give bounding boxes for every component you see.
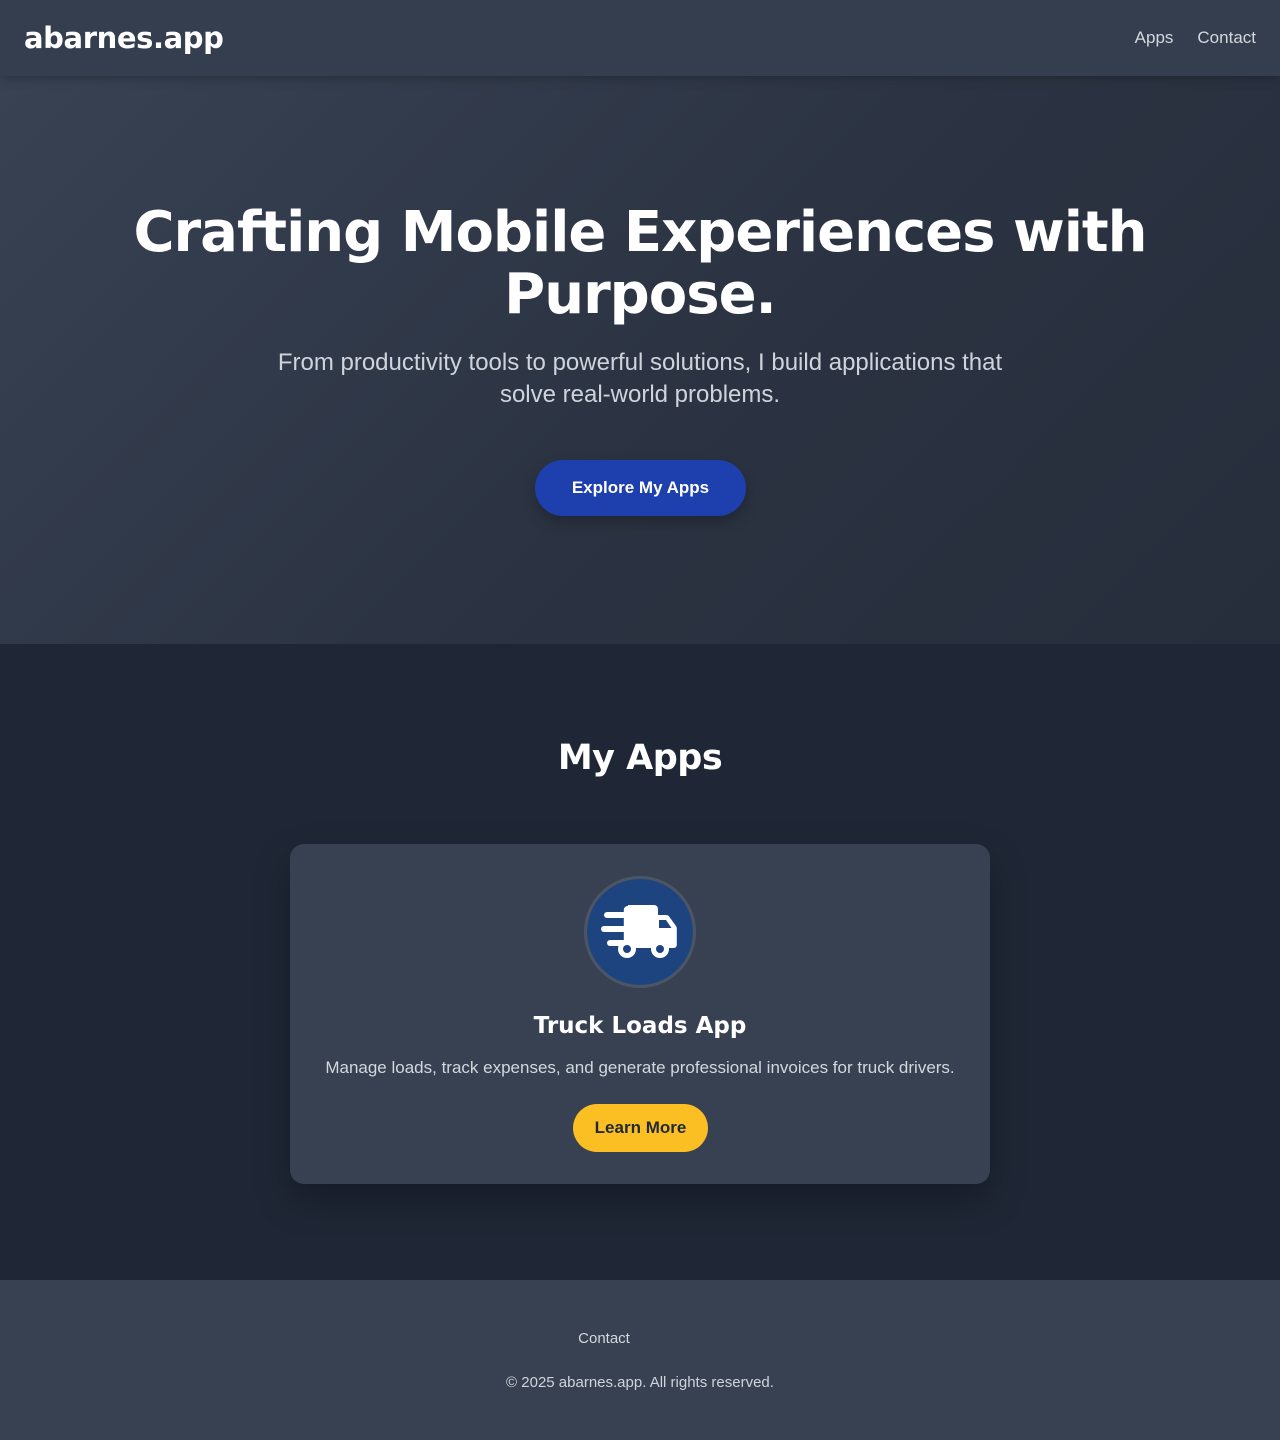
truck-icon [584,876,696,988]
site-logo[interactable]: abarnes.app [24,18,224,58]
app-name: Truck Loads App [533,1013,747,1039]
apps-section-title: My Apps [557,738,723,778]
footer-copyright: © 2025 abarnes.app. All rights reserved. [506,1374,774,1391]
explore-apps-button[interactable]: Explore My Apps [535,460,746,516]
hero-section: Crafting Mobile Experiences with Purpose… [0,76,1280,644]
app-description: Manage loads, track expenses, and genera… [325,1058,955,1077]
nav-link-contact[interactable]: Contact [1197,27,1256,49]
learn-more-button[interactable]: Learn More [573,1104,708,1152]
hero-subtitle: From productivity tools to powerful solu… [277,349,1003,408]
app-card: Truck Loads App Manage loads, track expe… [290,844,990,1184]
nav-link-apps[interactable]: Apps [1135,27,1174,49]
site-header: abarnes.app Apps Contact [0,0,1280,76]
main-nav: Apps Contact [1135,27,1256,49]
apps-section: My Apps Truck Loads App Manage loads, tr… [0,644,1280,1280]
hero-title: Crafting Mobile Experiences with Purpose… [133,200,1147,327]
footer-contact-link[interactable]: Contact [0,1329,1208,1349]
site-footer: Contact © 2025 abarnes.app. All rights r… [0,1280,1280,1440]
